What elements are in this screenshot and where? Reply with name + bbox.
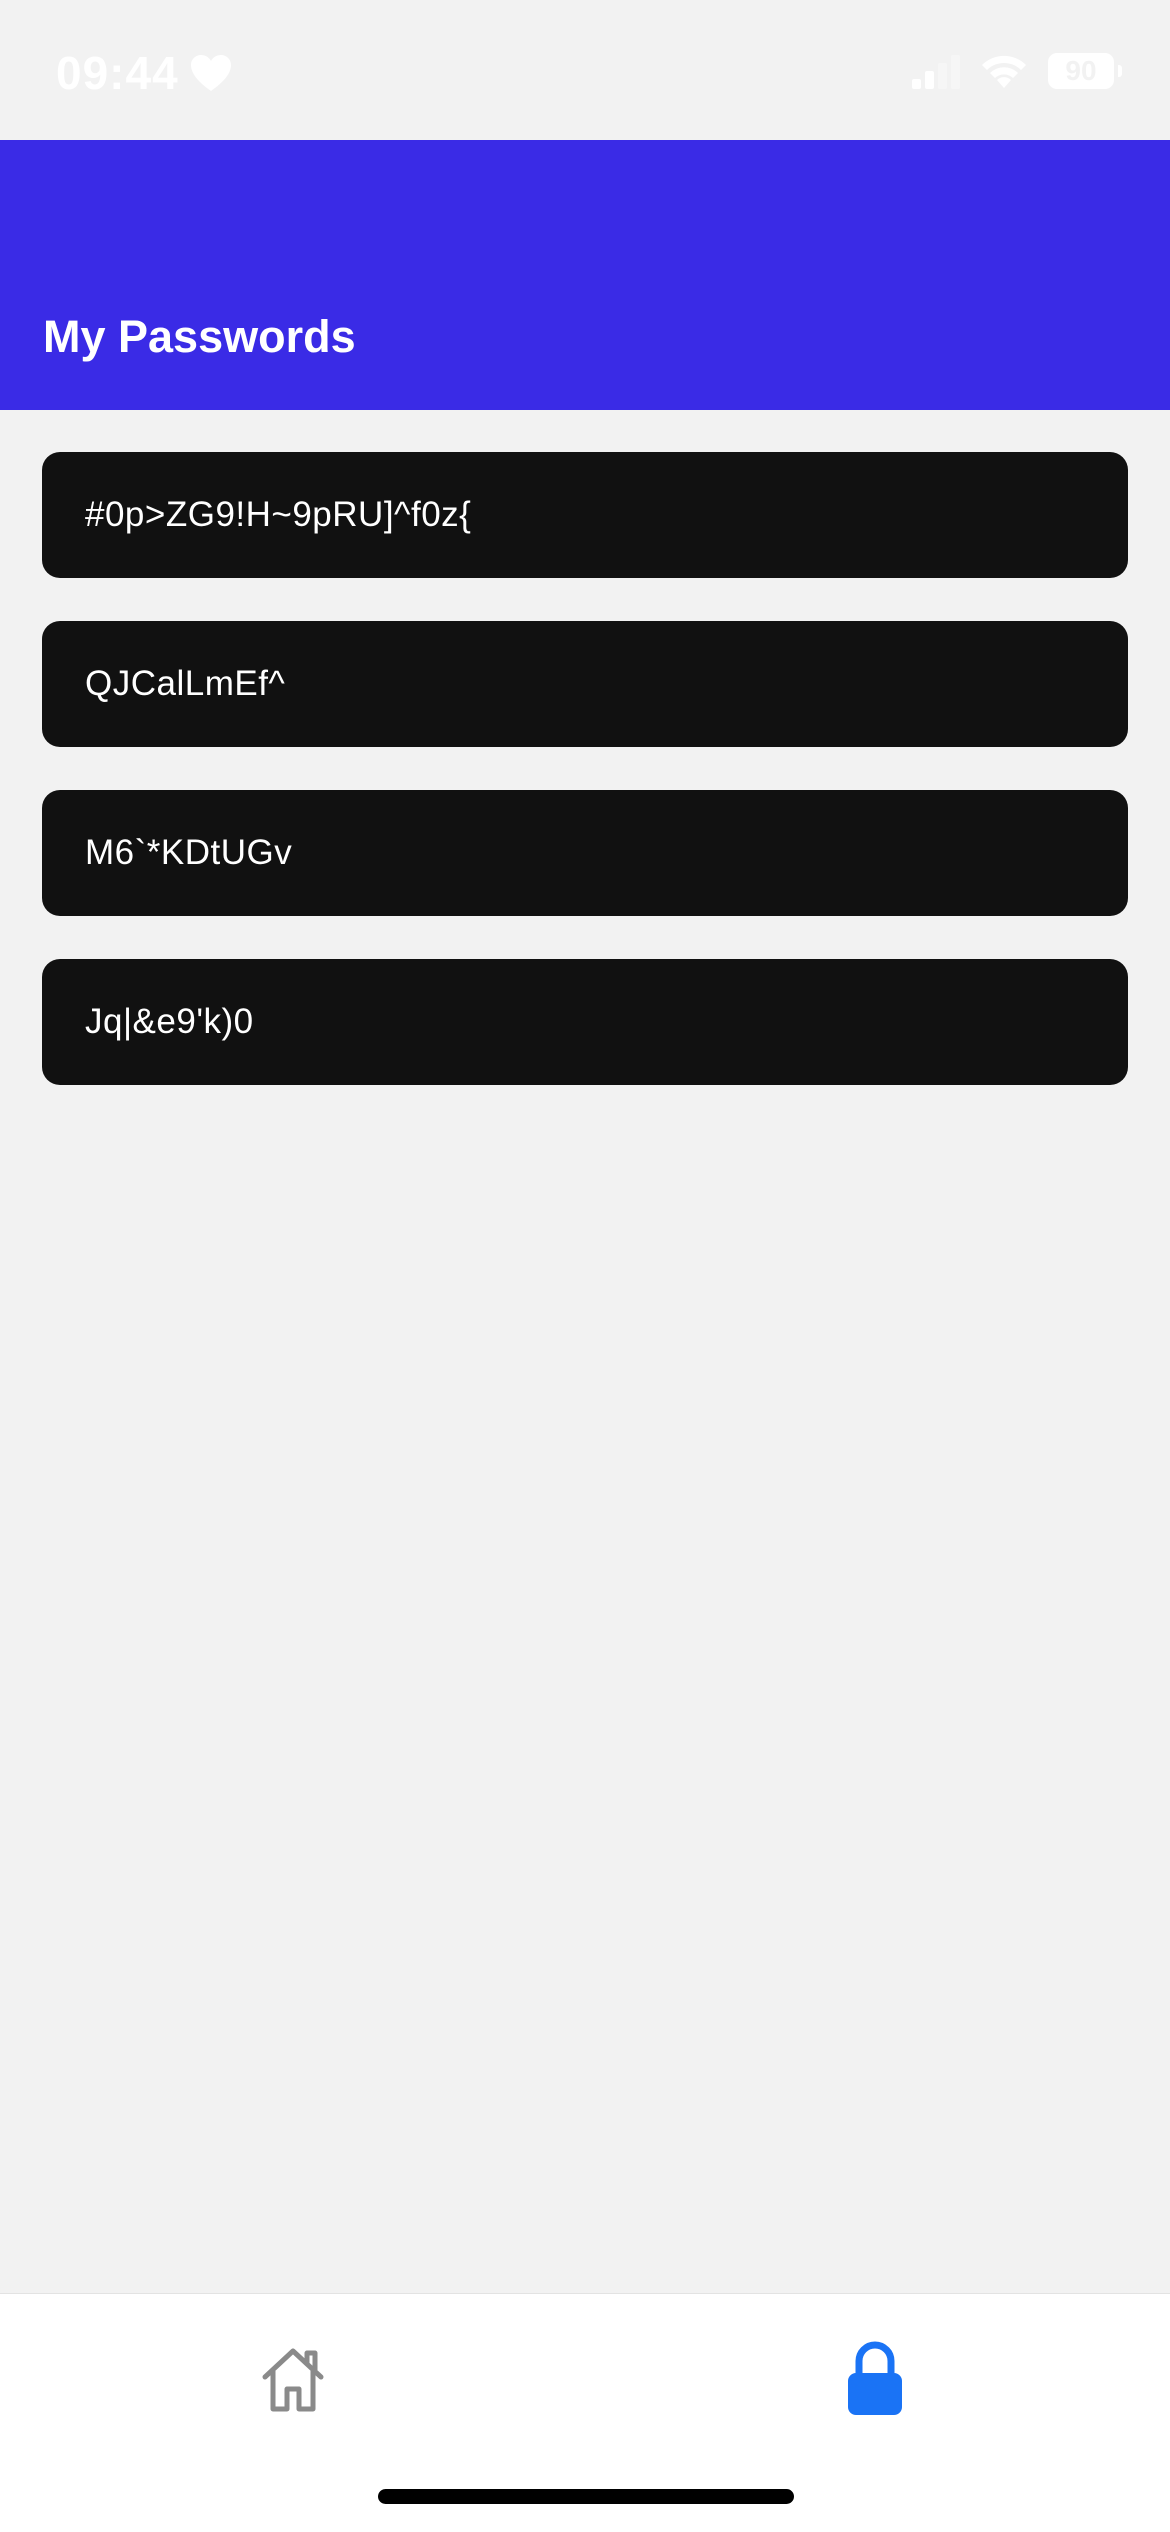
home-icon <box>262 2348 324 2412</box>
password-text: M6`*KDtUGv <box>85 833 293 872</box>
page-title: My Passwords <box>43 311 356 362</box>
battery-level: 90 <box>1065 55 1097 86</box>
password-list: #0p>ZG9!H~9pRU]^f0z{ QJCalLmEf^ M6`*KDtU… <box>42 452 1128 1128</box>
wifi-icon <box>982 55 1026 88</box>
status-time-text: 09:44 <box>56 47 179 99</box>
password-text: Jq|&e9'k)0 <box>85 1002 254 1041</box>
header: My Passwords <box>0 140 1170 410</box>
home-indicator <box>378 2489 794 2504</box>
password-item[interactable]: #0p>ZG9!H~9pRU]^f0z{ <box>42 452 1128 578</box>
signal-icon <box>912 53 960 89</box>
tab-lock[interactable] <box>830 2334 920 2424</box>
heart-icon <box>190 55 231 91</box>
password-item[interactable]: M6`*KDtUGv <box>42 790 1128 916</box>
password-item[interactable]: QJCalLmEf^ <box>42 621 1128 747</box>
status-time: 09:44 <box>56 46 233 100</box>
status-indicators: 90 <box>912 52 1122 90</box>
lock-icon <box>848 2341 902 2415</box>
password-text: QJCalLmEf^ <box>85 664 286 703</box>
password-item[interactable]: Jq|&e9'k)0 <box>42 959 1128 1085</box>
screen: 09:44 90 My Passwords #0p>ZG9!H~9pRU]^f0… <box>0 0 1170 2532</box>
battery-icon: 90 <box>1048 53 1122 89</box>
password-text: #0p>ZG9!H~9pRU]^f0z{ <box>85 495 472 534</box>
status-bar: 09:44 90 <box>0 0 1170 140</box>
tab-home[interactable] <box>248 2334 338 2424</box>
